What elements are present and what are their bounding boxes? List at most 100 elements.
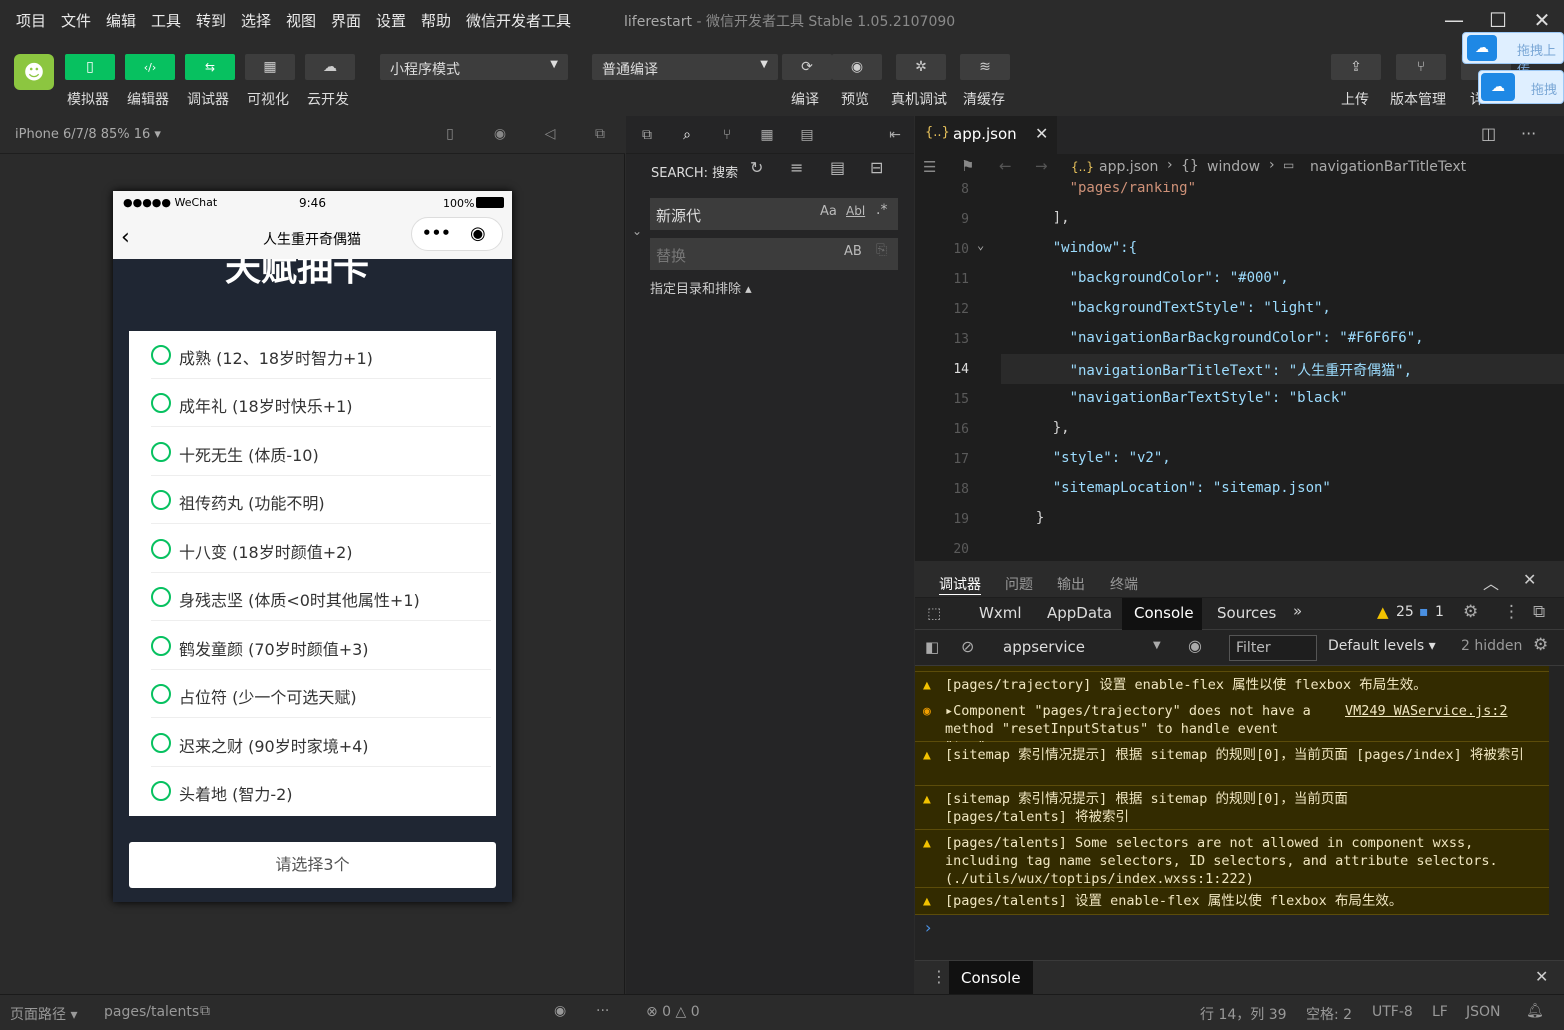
collapse-panel-icon[interactable]: ⇤	[884, 124, 906, 146]
encoding[interactable]: UTF-8	[1372, 1004, 1413, 1020]
code-lines[interactable]: 8 9 10 ⌄ 11 12 13 14 15 16 17 18 19 20 "…	[915, 182, 1564, 561]
menu-help[interactable]: 帮助	[421, 10, 451, 31]
menu-view[interactable]: 视图	[286, 10, 316, 31]
eye-icon[interactable]: ◉	[554, 1003, 566, 1019]
filter-input[interactable]: Filter	[1229, 635, 1317, 661]
forward-arrow-icon[interactable]: →	[1035, 157, 1048, 175]
levels-select[interactable]: Default levels ▾	[1328, 638, 1436, 654]
problems-count[interactable]: ⊗ 0 △ 0	[646, 1004, 700, 1020]
back-icon[interactable]: ‹	[121, 225, 130, 250]
drag-upload-widget-2[interactable]: ☁ 拖拽	[1478, 70, 1564, 104]
visual-button[interactable]: ▦	[245, 54, 295, 80]
close-tab-icon[interactable]: ✕	[1035, 124, 1048, 143]
clear-console-icon[interactable]: ⊘	[961, 637, 974, 656]
menu-edit[interactable]: 编辑	[106, 10, 136, 31]
tab-console[interactable]: Console	[1134, 604, 1194, 622]
menu-tools[interactable]: 工具	[151, 10, 181, 31]
preserve-case-icon[interactable]: AB	[844, 244, 862, 259]
tab-wxml[interactable]: Wxml	[979, 604, 1022, 622]
more-actions-icon[interactable]: ···	[1521, 124, 1536, 143]
debugger-button[interactable]: ⇆	[185, 54, 235, 80]
log-row[interactable]: ◉ ▸Component "pages/trajectory" does not …	[915, 698, 1549, 755]
tab-appdata[interactable]: AppData	[1047, 604, 1112, 622]
record-icon[interactable]: ◉	[490, 124, 510, 144]
menu-project[interactable]: 项目	[16, 10, 46, 31]
replace-all-icon[interactable]: ⎘	[876, 242, 887, 258]
list-item[interactable]: 成熟 (12、18岁时智力+1)	[151, 331, 491, 379]
tab-sources[interactable]: Sources	[1217, 604, 1276, 622]
indent-spaces[interactable]: 空格: 2	[1306, 1004, 1352, 1024]
list-icon[interactable]: ☰	[923, 158, 936, 176]
fold-icon[interactable]: ⌄	[977, 238, 984, 252]
compile-select[interactable]: 普通编译 ▼	[592, 54, 778, 80]
upload-button[interactable]: ⇪	[1331, 54, 1381, 80]
breadcrumb-window[interactable]: window	[1207, 159, 1260, 175]
breadcrumb-key[interactable]: navigationBarTitleText	[1310, 159, 1466, 175]
sound-icon[interactable]: ◁	[540, 124, 560, 144]
remote-debug-button[interactable]: ✲	[896, 54, 946, 80]
simulator-button[interactable]: ▯	[65, 54, 115, 80]
menu-goto[interactable]: 转到	[196, 10, 226, 31]
more-icon[interactable]: •••	[422, 224, 451, 242]
kebab-icon[interactable]: ⋮	[1503, 602, 1520, 622]
language-mode[interactable]: JSON	[1466, 1004, 1501, 1020]
sidebar-toggle-icon[interactable]: ◧	[925, 638, 939, 656]
bell-icon[interactable]: 🔔︎	[1526, 1003, 1544, 1019]
list-item[interactable]: 成年礼 (18岁时快乐+1)	[151, 379, 491, 427]
more-tabs-icon[interactable]: »	[1293, 602, 1302, 620]
editor-button[interactable]: ‹/›	[125, 54, 175, 80]
git-icon[interactable]: ⑂	[716, 124, 738, 146]
search-icon[interactable]: ⌕	[676, 124, 698, 146]
close-miniprogram-icon[interactable]: ◉	[470, 223, 486, 244]
drawer-menu-icon[interactable]: ⋮	[931, 967, 947, 986]
replace-input[interactable]: 替换 AB ⎘	[650, 238, 898, 270]
eye-icon[interactable]: ◉	[1188, 636, 1202, 655]
collapse-all-icon[interactable]: ⊟	[870, 158, 883, 177]
outline-icon[interactable]: ▤	[796, 124, 818, 146]
menu-wechat-devtools[interactable]: 微信开发者工具	[466, 10, 571, 31]
device-select[interactable]: iPhone 6/7/8 85% 16 ▾	[15, 127, 161, 142]
back-arrow-icon[interactable]: ←	[999, 157, 1012, 175]
include-exclude-toggle[interactable]: 指定目录和排除 ▴	[650, 278, 752, 297]
new-search-editor-icon[interactable]: ▤	[830, 158, 845, 177]
select-three-button[interactable]: 请选择3个	[129, 842, 496, 888]
line-ending[interactable]: LF	[1432, 1004, 1448, 1020]
search-input[interactable]: 新源代 Aa Abl .*	[650, 198, 898, 230]
console-settings-icon[interactable]: ⚙	[1533, 635, 1548, 655]
cursor-position[interactable]: 行 14，列 39	[1200, 1004, 1287, 1024]
context-select[interactable]: appservice ▼	[993, 634, 1169, 662]
chevron-up-icon[interactable]: ︿	[1483, 570, 1499, 594]
inspect-icon[interactable]: ⬚	[927, 604, 941, 622]
more-icon[interactable]: ···	[596, 1003, 609, 1019]
list-item[interactable]: 身残志坚 (体质<0时其他属性+1)	[151, 573, 491, 621]
console-prompt[interactable]: ›	[925, 918, 931, 937]
match-case-icon[interactable]: Aa	[820, 204, 837, 219]
extensions-icon[interactable]: ▦	[756, 124, 778, 146]
copy-icon[interactable]: ⧉	[200, 1003, 210, 1019]
drawer-tab-console[interactable]: Console	[961, 969, 1021, 987]
log-source-link[interactable]: VM249 WAService.js:2	[1345, 702, 1508, 720]
close-panel-icon[interactable]: ✕	[1523, 570, 1536, 589]
avatar[interactable]: ☻	[14, 54, 54, 90]
list-item[interactable]: 祖传药丸 (功能不明)	[151, 476, 491, 524]
tab-debugger[interactable]: 调试器	[939, 574, 981, 595]
phone-icon[interactable]: ▯	[440, 124, 460, 144]
toggle-replace-icon[interactable]: ⌄	[632, 224, 642, 238]
log-row[interactable]: ▲ [sitemap 索引情况提示] 根据 sitemap 的规则[0]，当前页面…	[915, 742, 1549, 786]
regex-icon[interactable]: .*	[876, 202, 887, 218]
compile-button[interactable]: ⟳	[782, 54, 832, 80]
list-item[interactable]: 鹤发童颜 (70岁时颜值+3)	[151, 622, 491, 670]
capsule-menu[interactable]: ••• ◉	[411, 217, 503, 251]
log-row[interactable]: ▲ [sitemap 索引情况提示] 根据 sitemap 的规则[0]，当前页面…	[915, 786, 1549, 830]
tab-terminal[interactable]: 终端	[1110, 574, 1138, 594]
menu-select[interactable]: 选择	[241, 10, 271, 31]
preview-button[interactable]: ◉	[832, 54, 882, 80]
mode-select[interactable]: 小程序模式 ▼	[380, 54, 568, 80]
log-row[interactable]: ▲ [pages/talents] Some selectors are not …	[915, 830, 1549, 888]
files-icon[interactable]: ⧉	[636, 124, 658, 146]
tab-output[interactable]: 输出	[1057, 574, 1085, 594]
log-row[interactable]: ▲ [pages/talents] 设置 enable-flex 属性以使 fle…	[915, 888, 1549, 915]
page-path[interactable]: pages/talents	[104, 1004, 199, 1020]
breadcrumb-file[interactable]: app.json	[1099, 159, 1158, 175]
menu-file[interactable]: 文件	[61, 10, 91, 31]
